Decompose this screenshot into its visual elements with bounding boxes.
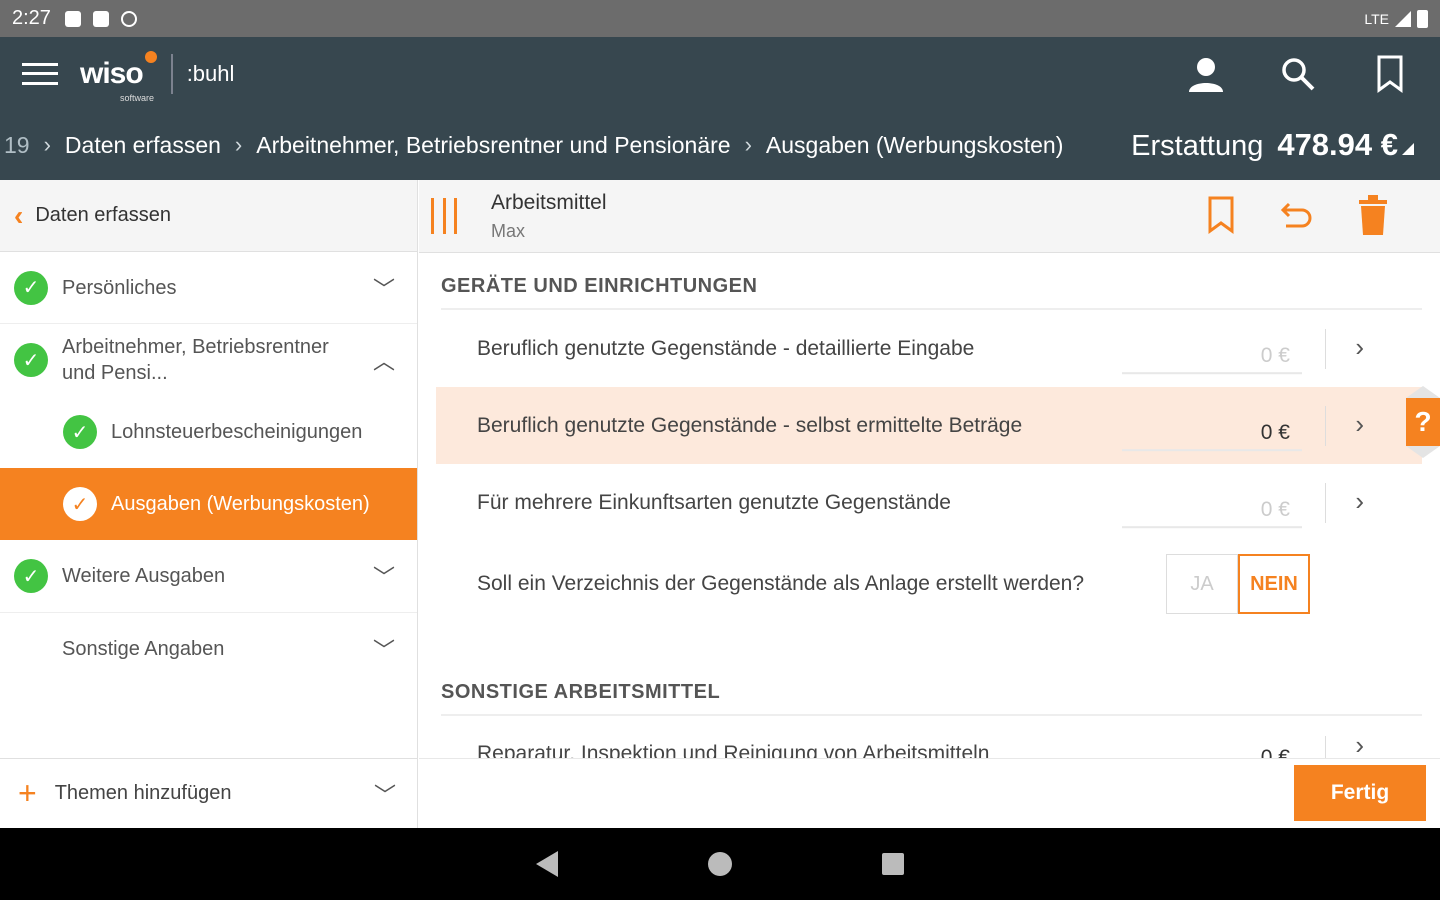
refund-amount: 478.94 € (1277, 127, 1398, 162)
sd-card-icon (92, 10, 109, 27)
chevron-right-icon: › (1355, 331, 1364, 362)
row-label: Für mehrere Einkunftsarten genutzte Gege… (477, 490, 951, 514)
form-row-detailed-input[interactable]: Beruflich genutzte Gegenstände - detaill… (436, 310, 1422, 387)
sidebar-item-label: Lohnsteuerbescheinigungen (111, 421, 363, 443)
section-title: GERÄTE UND EINRICHTUNGEN (441, 253, 1422, 310)
chevron-right-icon: › (744, 132, 752, 157)
sidebar-item-weitere-ausgaben[interactable]: ✓ Weitere Ausgaben ﹀ (0, 540, 417, 613)
chevron-right-icon: › (234, 132, 243, 157)
refund-label: Erstattung (1131, 130, 1264, 162)
logo-text: wiso (80, 56, 144, 90)
battery-icon (1417, 9, 1428, 28)
breadcrumb-item[interactable]: Arbeitnehmer, Betriebsrentner und Pensio… (256, 132, 730, 159)
form-row-self-determined[interactable]: Beruflich genutzte Gegenstände - selbst … (436, 387, 1422, 464)
refund-display[interactable]: Erstattung 478.94 € (1131, 127, 1414, 163)
chevron-right-icon: › (1355, 485, 1364, 516)
plus-icon: + (18, 775, 37, 811)
sidebar-item-label: Ausgaben (Werbungskosten) (111, 493, 370, 515)
section-title: SONSTIGE ARBEITSMITTEL (441, 659, 1422, 716)
row-value: 0 € (1122, 338, 1302, 374)
page-title: Arbeitsmittel (491, 190, 607, 214)
signal-icon (1395, 10, 1411, 27)
add-topics-label: Themen hinzufügen (54, 782, 232, 804)
check-icon: ✓ (63, 415, 97, 449)
back-label: Daten erfassen (35, 204, 171, 226)
breadcrumb: 19 › Daten erfassen › Arbeitnehmer, Betr… (0, 110, 1440, 180)
yes-no-toggle[interactable]: JA NEIN (1166, 554, 1310, 614)
sidebar-item-arbeitnehmer[interactable]: ✓ Arbeitnehmer, Betriebsrentner und Pens… (0, 324, 417, 396)
chevron-left-icon: ‹ (14, 199, 24, 231)
yes-option[interactable]: JA (1166, 554, 1238, 614)
row-value: 0 € (1122, 415, 1302, 451)
help-button[interactable]: ? (1406, 386, 1440, 458)
logo-divider (170, 53, 173, 94)
row-value: 0 € (1122, 492, 1302, 528)
status-time: 2:27 (12, 7, 51, 29)
chevron-down-icon: ﹀ (372, 565, 395, 590)
chevron-up-icon: ︿ (372, 349, 395, 374)
chevron-right-icon: › (1355, 730, 1364, 760)
sidebar-item-label: Sonstige Angaben (62, 638, 225, 660)
chevron-down-icon: ﹀ (372, 638, 395, 663)
sidebar-item-label: Persönliches (62, 276, 177, 299)
notification-icon (64, 10, 81, 27)
breadcrumb-item[interactable]: Daten erfassen (65, 132, 221, 159)
breadcrumb-year[interactable]: 19 (4, 132, 30, 159)
undo-icon[interactable] (1280, 194, 1314, 236)
main-panel: Arbeitsmittel Max GERÄTE UND EINRICHTUNG… (419, 180, 1440, 828)
recents-icon[interactable] (882, 853, 904, 875)
question-label: Soll ein Verzeichnis der Gegenstände als… (477, 572, 1085, 595)
form-header: Arbeitsmittel Max (419, 180, 1440, 253)
bookmark-icon[interactable] (1370, 54, 1410, 94)
check-icon: ✓ (14, 270, 48, 305)
done-button[interactable]: Fertig (1294, 765, 1426, 821)
no-option[interactable]: NEIN (1238, 554, 1310, 614)
form-footer: Fertig (419, 758, 1440, 828)
row-divider (1325, 405, 1326, 446)
page-subtitle: Max (491, 220, 526, 241)
row-divider (1325, 482, 1326, 523)
chevron-down-icon: ﹀ (373, 782, 396, 808)
sidebar-item-persoenliches[interactable]: ✓ Persönliches ﹀ (0, 252, 417, 324)
row-divider (1325, 328, 1326, 369)
app-bar: wiso software :buhl (0, 37, 1440, 110)
sidebar: ‹ Daten erfassen ✓ Persönliches ﹀ ✓ Arbe… (0, 180, 418, 828)
home-icon[interactable] (708, 852, 732, 876)
add-topics-button[interactable]: + Themen hinzufügen ﹀ (0, 758, 418, 828)
sync-icon (120, 10, 137, 27)
check-icon: ✓ (14, 343, 48, 377)
drag-handle-icon[interactable] (431, 198, 457, 234)
logo-dot (144, 50, 157, 63)
search-icon[interactable] (1278, 54, 1318, 94)
navigation-bar (0, 828, 1440, 900)
sidebar-item-label: Weitere Ausgaben (62, 565, 226, 587)
back-icon[interactable] (536, 851, 558, 877)
form-row-inventory-question: Soll ein Verzeichnis der Gegenstände als… (436, 541, 1422, 627)
sidebar-item-lohnsteuerbescheinigungen[interactable]: ✓ Lohnsteuerbescheinigungen (0, 396, 417, 468)
row-label: Beruflich genutzte Gegenstände - selbst … (477, 413, 1023, 437)
chevron-right-icon: › (1355, 408, 1364, 439)
breadcrumb-item[interactable]: Ausgaben (Werbungskosten) (766, 132, 1063, 159)
trash-icon[interactable] (1356, 194, 1390, 236)
sidebar-item-sonstige-angaben[interactable]: Sonstige Angaben ﹀ (0, 613, 417, 685)
account-icon[interactable] (1186, 54, 1226, 94)
bookmark-icon[interactable] (1204, 194, 1238, 236)
logo-sub: software (120, 92, 155, 103)
sidebar-item-ausgaben[interactable]: ✓ Ausgaben (Werbungskosten) (0, 468, 417, 540)
buhl-logo: :buhl (186, 60, 235, 86)
form-row-multiple-income[interactable]: Für mehrere Einkunftsarten genutzte Gege… (436, 464, 1422, 541)
expand-corner-icon (1402, 143, 1414, 155)
sidebar-item-label: Arbeitnehmer, Betriebsrentner und Pensi.… (62, 336, 329, 384)
check-icon: ✓ (63, 487, 97, 521)
network-type: LTE (1364, 10, 1389, 27)
check-icon: ✓ (14, 559, 48, 593)
chevron-right-icon: › (43, 132, 51, 157)
back-to-data-entry[interactable]: ‹ Daten erfassen (0, 180, 417, 252)
wiso-logo: wiso software (80, 50, 157, 103)
menu-icon[interactable] (22, 62, 58, 85)
status-bar: 2:27 LTE (0, 0, 1440, 37)
row-label: Beruflich genutzte Gegenstände - detaill… (477, 336, 975, 360)
chevron-down-icon: ﹀ (372, 276, 395, 302)
